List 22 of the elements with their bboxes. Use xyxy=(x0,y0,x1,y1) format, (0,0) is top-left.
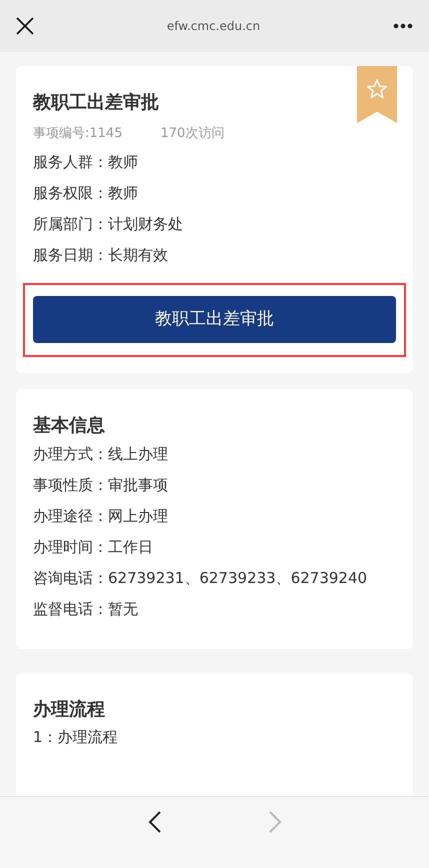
field-row-text: 办理时间：工作日 xyxy=(33,536,154,558)
more-icon[interactable] xyxy=(393,23,413,29)
service-title: 教职工出差审批 xyxy=(33,92,160,114)
field-row-text: 服务人群：教师 xyxy=(33,152,139,174)
field-row-text: 服务权限：教师 xyxy=(33,183,139,204)
star-icon[interactable] xyxy=(366,78,388,100)
field-row-text: 办理方式：线上办理 xyxy=(33,444,169,465)
section-title: 基本信息 xyxy=(33,415,106,437)
back-icon[interactable] xyxy=(148,810,162,834)
field-row-text: 咨询电话：62739231、62739233、62739240 xyxy=(33,568,368,589)
process-step: 1：办理流程 xyxy=(33,722,396,754)
visit-count: 170次访问 xyxy=(160,124,224,143)
field-row-text: 事项性质：审批事项 xyxy=(33,474,169,496)
close-icon[interactable] xyxy=(16,17,34,35)
page-url: efw.cmc.edu.cn xyxy=(166,18,260,35)
item-number: 事项编号:1145 xyxy=(33,124,122,143)
section-title: 办理流程 xyxy=(33,698,106,720)
field-row-text: 办理途径：网上办理 xyxy=(33,506,169,527)
field-row-text: 监督电话：暂无 xyxy=(33,598,139,620)
field-row-text: 服务日期：长期有效 xyxy=(33,245,169,266)
field-row-text: 所属部门：计划财务处 xyxy=(33,214,184,236)
apply-button[interactable]: 教职工出差审批 xyxy=(33,296,396,344)
